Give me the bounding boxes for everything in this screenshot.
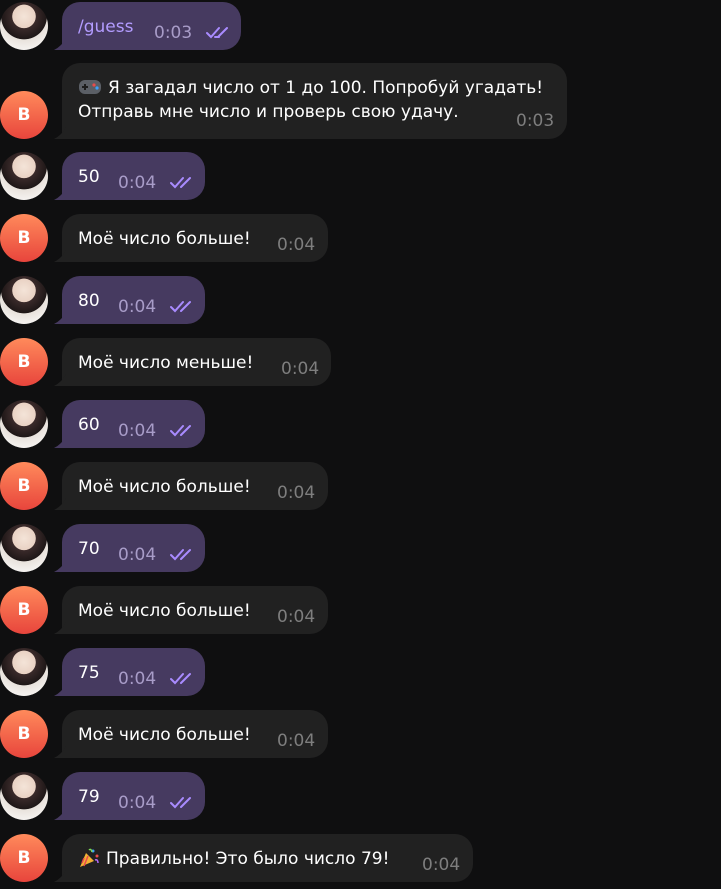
message-time: 0:04 [118, 421, 157, 441]
message-text: Я загадал число от 1 до 100. Попробуй уг… [78, 76, 543, 124]
bubble-tail-icon [54, 560, 66, 572]
user-avatar[interactable] [0, 772, 48, 820]
message-time: 0:04 [422, 855, 461, 875]
bubble-tail-icon [54, 127, 66, 139]
message-text: 79 [78, 787, 100, 807]
bubble-tail-icon [54, 746, 66, 758]
bubble-tail-icon [54, 374, 66, 386]
message-text: Моё число больше! [78, 229, 251, 249]
bot-avatar[interactable]: B [0, 834, 48, 882]
message-line-1: Я загадал число от 1 до 100. Попробуй уг… [108, 78, 544, 98]
user-avatar[interactable] [0, 648, 48, 696]
user-avatar[interactable] [0, 400, 48, 448]
message-time: 0:03 [154, 23, 193, 43]
message-bubble[interactable]: Я загадал число от 1 до 100. Попробуй уг… [54, 63, 567, 139]
party-popper-icon [80, 848, 99, 867]
bubble-tail-icon [54, 870, 66, 882]
message-bubble[interactable]: Правильно! Это было число 79! 0:04 [54, 834, 473, 882]
message-bubble[interactable]: Моё число больше! 0:04 [54, 462, 328, 510]
message-time: 0:04 [118, 173, 157, 193]
message-text: Моё число больше! [78, 725, 251, 745]
message-bubble[interactable]: 80 0:04 [54, 276, 205, 324]
message-text: Моё число больше! [78, 477, 251, 497]
bot-avatar-initial: B [17, 724, 31, 744]
bot-avatar-initial: B [17, 848, 31, 868]
chat-history: /guess 0:03 B Я загадал число от 1 до 10… [0, 0, 721, 889]
bubble-tail-icon [54, 250, 66, 262]
message-text: Правильно! Это было число 79! [78, 847, 389, 871]
double-check-icon [170, 549, 191, 561]
bot-avatar[interactable]: B [0, 710, 48, 758]
message-line-2: Отправь мне число и проверь свою удачу. [78, 102, 459, 122]
message-text: Моё число меньше! [78, 353, 254, 373]
message-text: 80 [78, 291, 100, 311]
message-time: 0:04 [118, 793, 157, 813]
double-check-icon [170, 177, 191, 189]
double-check-icon [170, 673, 191, 685]
message-bubble[interactable]: 70 0:04 [54, 524, 205, 572]
bubble-tail-icon [54, 622, 66, 634]
message-time: 0:04 [118, 297, 157, 317]
message-text: 50 [78, 167, 100, 187]
bot-avatar[interactable]: B [0, 586, 48, 634]
message-time: 0:04 [277, 483, 316, 503]
message-bubble[interactable]: Моё число больше! 0:04 [54, 710, 328, 758]
double-check-icon [170, 425, 191, 437]
user-avatar[interactable] [0, 276, 48, 324]
bot-avatar[interactable]: B [0, 214, 48, 262]
video-game-icon [79, 80, 101, 94]
message-bubble[interactable]: /guess 0:03 [54, 2, 241, 50]
bubble-tail-icon [54, 312, 66, 324]
message-time: 0:04 [118, 669, 157, 689]
message-text-content: Правильно! Это было число 79! [106, 849, 390, 869]
message-time: 0:04 [277, 607, 316, 627]
bot-avatar-initial: B [17, 476, 31, 496]
user-avatar[interactable] [0, 2, 48, 50]
bubble-tail-icon [54, 188, 66, 200]
message-time: 0:03 [516, 111, 555, 131]
message-bubble[interactable]: 60 0:04 [54, 400, 205, 448]
message-bubble[interactable]: Моё число больше! 0:04 [54, 586, 328, 634]
bot-avatar[interactable]: B [0, 91, 48, 139]
bubble-tail-icon [54, 498, 66, 510]
bot-avatar-initial: B [17, 105, 31, 125]
command-link[interactable]: /guess [78, 15, 133, 39]
bot-avatar-initial: B [17, 228, 31, 248]
bubble-tail-icon [54, 808, 66, 820]
bot-avatar-initial: B [17, 352, 31, 372]
message-time: 0:04 [118, 545, 157, 565]
message-bubble[interactable]: 50 0:04 [54, 152, 205, 200]
double-check-icon [206, 27, 228, 39]
message-text: 70 [78, 539, 100, 559]
double-check-icon [170, 301, 191, 313]
message-text: Моё число больше! [78, 601, 251, 621]
bot-avatar[interactable]: B [0, 338, 48, 386]
bot-avatar-initial: B [17, 600, 31, 620]
message-text: 60 [78, 415, 100, 435]
double-check-icon [170, 797, 191, 809]
bubble-tail-icon [54, 436, 66, 448]
message-bubble[interactable]: 79 0:04 [54, 772, 205, 820]
message-bubble[interactable]: Моё число меньше! 0:04 [54, 338, 331, 386]
message-text: 75 [78, 663, 100, 683]
bot-avatar[interactable]: B [0, 462, 48, 510]
user-avatar[interactable] [0, 524, 48, 572]
user-avatar[interactable] [0, 152, 48, 200]
bubble-tail-icon [54, 38, 66, 50]
bubble-tail-icon [54, 684, 66, 696]
message-bubble[interactable]: 75 0:04 [54, 648, 205, 696]
message-bubble[interactable]: Моё число больше! 0:04 [54, 214, 328, 262]
message-time: 0:04 [281, 359, 320, 379]
message-time: 0:04 [277, 731, 316, 751]
message-time: 0:04 [277, 235, 316, 255]
